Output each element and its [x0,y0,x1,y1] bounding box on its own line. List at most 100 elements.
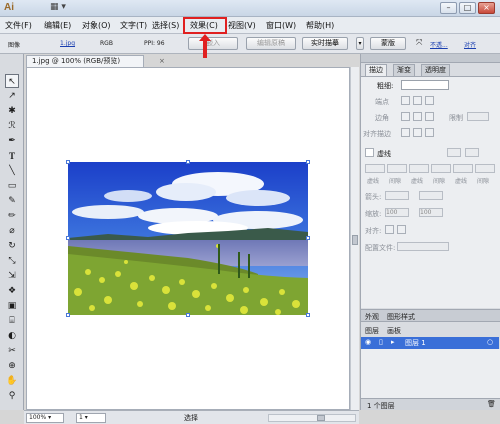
dash-3-field[interactable] [453,164,473,173]
arrow-end-scale[interactable]: 100 [419,208,443,217]
paintbrush-tool-icon[interactable]: ✎ [5,194,19,208]
selection-handle-br[interactable] [306,313,310,317]
align-inside-button[interactable] [413,128,422,137]
vertical-scroll-thumb[interactable] [352,235,358,245]
weight-select[interactable] [401,80,449,90]
zoom-field[interactable]: 100% ▾ [26,413,64,423]
bevel-join-button[interactable] [425,112,434,121]
menu-help[interactable]: 帮助(H) [306,20,334,31]
direct-selection-tool-icon[interactable]: ↗ [5,89,19,103]
menu-edit[interactable]: 编辑(E) [44,20,71,31]
arrow-start-scale[interactable]: 100 [385,208,409,217]
mask-button[interactable]: 蒙版 [370,37,406,50]
menu-type[interactable]: 文字(T) [120,20,147,31]
document-close-icon[interactable]: × [159,56,165,67]
menu-file[interactable]: 文件(F) [5,20,32,31]
placed-image[interactable] [66,160,310,317]
vertical-scrollbar[interactable] [350,67,359,410]
warp-tool-icon[interactable]: ⇲ [5,269,19,283]
dash-preset-2[interactable] [465,148,479,157]
zoom-tool-icon[interactable]: ⚲ [5,389,19,403]
opacity-link[interactable]: 不透... [430,40,448,49]
target-circle-icon[interactable]: ○ [487,338,493,346]
selection-tool-icon[interactable]: ↖ [5,74,19,88]
round-join-button[interactable] [413,112,422,121]
document-tab[interactable]: 1.jpg @ 100% (RGB/预览) × [26,55,165,67]
tab-transparency[interactable]: 透明度 [421,64,450,76]
arrow-place-align-button[interactable] [397,225,406,234]
delete-layer-icon[interactable]: 🗑 [487,400,496,408]
selection-handle-ml[interactable] [66,236,70,240]
menu-window[interactable]: 窗口(W) [266,20,296,31]
dash-preset-1[interactable] [447,148,461,157]
hand-tool-icon[interactable]: ✋ [5,374,19,388]
layer-row[interactable]: ◉ ▯ ▸ 图层 1 ○ [361,337,499,349]
lock-toggle-icon[interactable]: ▯ [379,338,383,346]
align-center-button[interactable] [401,128,410,137]
selection-handle-tl[interactable] [66,160,70,164]
butt-cap-button[interactable] [401,96,410,105]
lasso-tool-icon[interactable]: ℛ [5,119,19,133]
arrow-start-select[interactable] [385,191,409,200]
rotate-tool-icon[interactable]: ↻ [5,239,19,253]
live-trace-button[interactable]: 实时描摹 [302,37,348,50]
artboard-canvas[interactable] [26,67,350,410]
expand-arrow-icon[interactable]: ▸ [391,338,395,346]
symbol-sprayer-tool-icon[interactable]: ❖ [5,284,19,298]
tab-gradient[interactable]: 渐变 [393,64,415,76]
tab-artboards[interactable]: 画板 [387,326,401,336]
embed-button[interactable]: 嵌入 [188,37,238,50]
dash-2-field[interactable] [409,164,429,173]
transform-icon[interactable]: ⤧ [416,38,422,48]
line-tool-icon[interactable]: ╲ [5,164,19,178]
arrow-tip-align-button[interactable] [385,225,394,234]
horizontal-scrollbar[interactable] [268,414,356,422]
round-cap-button[interactable] [413,96,422,105]
tab-stroke[interactable]: 描边 [365,64,387,76]
type-tool-icon[interactable]: T [5,149,19,163]
close-button[interactable]: × [478,2,495,14]
visibility-eye-icon[interactable]: ◉ [365,338,371,346]
blend-tool-icon[interactable]: ⊕ [5,359,19,373]
gap-3-field[interactable] [475,164,495,173]
gradient-tool-icon[interactable]: ◐ [5,329,19,343]
gap-2-field[interactable] [431,164,451,173]
scissors-tool-icon[interactable]: ✂ [5,344,19,358]
limit-field[interactable] [467,112,489,121]
graph-tool-icon[interactable]: ▣ [5,299,19,313]
selection-handle-tc[interactable] [186,160,190,164]
page-field[interactable]: 1 ▾ [76,413,106,423]
square-cap-button[interactable] [425,96,434,105]
dashed-checkbox[interactable] [365,148,374,157]
miter-join-button[interactable] [401,112,410,121]
tab-graphic-styles[interactable]: 图形样式 [387,312,415,322]
selection-handle-bc[interactable] [186,313,190,317]
eraser-tool-icon[interactable]: ⌀ [5,224,19,238]
menu-view[interactable]: 视图(V) [228,20,256,31]
arrow-end-select[interactable] [419,191,443,200]
magic-wand-tool-icon[interactable]: ✱ [5,104,19,118]
rectangle-tool-icon[interactable]: ▭ [5,179,19,193]
selection-handle-tr[interactable] [306,160,310,164]
maximize-button[interactable]: □ [459,2,476,14]
minimize-button[interactable]: – [440,2,457,14]
tab-layers[interactable]: 图层 [365,326,379,336]
file-name-link[interactable]: 1.jpg [60,40,75,47]
horizontal-scroll-thumb[interactable] [317,415,325,421]
menu-object[interactable]: 对象(O) [82,20,111,31]
tracing-options-arrow[interactable]: ▾ [356,37,364,50]
profile-select[interactable] [397,242,449,251]
dash-1-field[interactable] [365,164,385,173]
align-outside-button[interactable] [425,128,434,137]
scale-tool-icon[interactable]: ⤡ [5,254,19,268]
tab-appearance[interactable]: 外观 [365,312,379,322]
selection-handle-mr[interactable] [306,236,310,240]
edit-original-button[interactable]: 编辑原稿 [246,37,296,50]
align-link[interactable]: 对齐 [464,40,476,49]
gap-1-field[interactable] [387,164,407,173]
pencil-tool-icon[interactable]: ✏ [5,209,19,223]
arrange-documents-icon[interactable]: ▦ ▾ [50,2,72,14]
menu-select[interactable]: 选择(S) [152,20,179,31]
mesh-tool-icon[interactable]: ⌸ [5,314,19,328]
selection-handle-bl[interactable] [66,313,70,317]
